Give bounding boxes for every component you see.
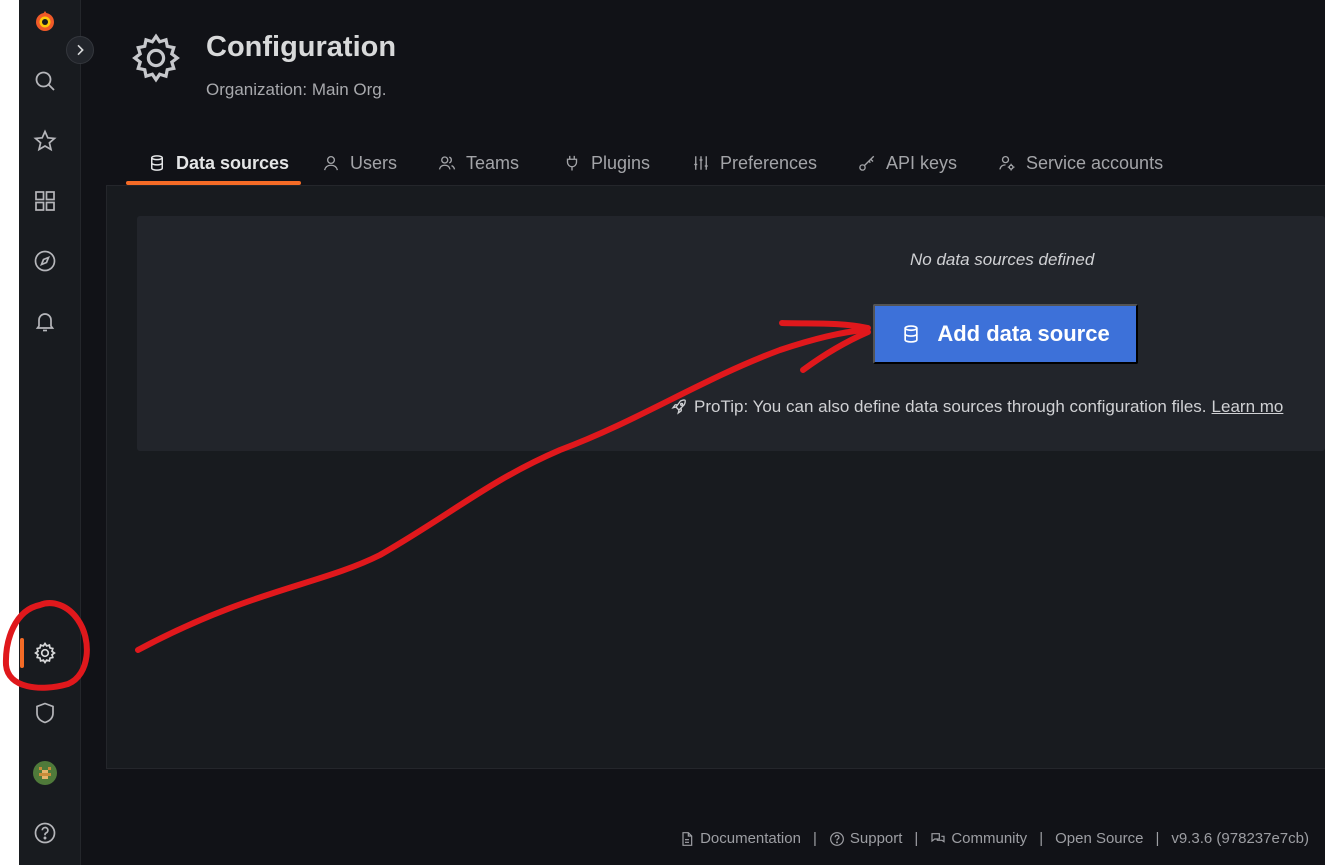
- tab-label: Service accounts: [1026, 152, 1164, 173]
- server-admin-shield-icon[interactable]: [31, 699, 59, 727]
- tab-label: Preferences: [720, 152, 818, 173]
- footer-support-label: Support: [849, 830, 903, 847]
- tab-label: API keys: [886, 152, 958, 173]
- tab-data-sources[interactable]: Data sources: [148, 142, 289, 184]
- protip-text: ProTip: You can also define data sources…: [694, 397, 1207, 416]
- screen-edge: [0, 0, 19, 865]
- plug-icon: [566, 155, 578, 171]
- footer-open-source-link[interactable]: Open Source: [1055, 830, 1143, 847]
- footer: Documentation | Support | Community | Op…: [679, 830, 1309, 847]
- tab-service-accounts[interactable]: Service accounts: [998, 142, 1163, 184]
- footer-community-link[interactable]: Community: [930, 830, 1027, 847]
- sliders-icon: [694, 156, 708, 170]
- user-avatar[interactable]: [31, 759, 59, 787]
- tab-users[interactable]: Users: [322, 142, 397, 184]
- tab-api-keys[interactable]: API keys: [858, 142, 957, 184]
- header-gear-icon: [130, 32, 182, 84]
- footer-separator: |: [1155, 830, 1160, 847]
- alerting-bell-icon[interactable]: [31, 307, 59, 335]
- footer-version: v9.3.6 (978237e7cb): [1171, 830, 1309, 847]
- tab-teams[interactable]: Teams: [438, 142, 519, 184]
- empty-state-message: No data sources defined: [910, 250, 1095, 269]
- tab-label: Users: [350, 152, 398, 173]
- tab-label: Data sources: [176, 152, 290, 173]
- users-icon: [438, 156, 456, 170]
- key-icon: [859, 155, 875, 171]
- star-icon[interactable]: [31, 127, 59, 155]
- grafana-logo-icon[interactable]: [31, 8, 59, 36]
- learn-more-link[interactable]: Learn mo: [1212, 397, 1284, 417]
- configuration-gear-icon[interactable]: [31, 639, 59, 667]
- comments-icon: [931, 832, 945, 843]
- page-subtitle: Organization: Main Org.: [206, 80, 387, 99]
- add-data-source-label: Add data source: [937, 321, 1110, 346]
- sidebar: [19, 0, 81, 865]
- footer-documentation-label: Documentation: [700, 830, 801, 847]
- search-icon[interactable]: [31, 67, 59, 95]
- document-icon: [682, 831, 693, 846]
- user-cog-icon: [999, 155, 1015, 171]
- question-circle-icon: [829, 831, 844, 846]
- rocket-icon: [671, 399, 686, 415]
- footer-separator: |: [1039, 830, 1044, 847]
- database-icon: [904, 325, 918, 343]
- tab-label: Plugins: [591, 152, 651, 173]
- dashboards-icon[interactable]: [31, 187, 59, 215]
- add-data-source-button[interactable]: Add data source: [873, 304, 1138, 364]
- tab-plugins[interactable]: Plugins: [563, 142, 650, 184]
- protip: ProTip: You can also define data sources…: [670, 397, 1283, 417]
- explore-compass-icon[interactable]: [31, 247, 59, 275]
- active-nav-indicator: [20, 638, 24, 668]
- page-title: Configuration: [206, 31, 397, 63]
- footer-support-link[interactable]: Support: [829, 830, 903, 847]
- expand-sidebar-button[interactable]: [66, 36, 94, 64]
- footer-community-label: Community: [951, 830, 1028, 847]
- footer-separator: |: [812, 830, 817, 847]
- footer-separator: |: [914, 830, 919, 847]
- tab-preferences[interactable]: Preferences: [692, 142, 817, 184]
- database-icon: [151, 155, 163, 171]
- tab-label: Teams: [466, 152, 520, 173]
- footer-documentation-link[interactable]: Documentation: [679, 830, 801, 847]
- help-icon[interactable]: [31, 819, 59, 847]
- user-icon: [323, 155, 339, 171]
- chevron-right-icon: [77, 44, 84, 56]
